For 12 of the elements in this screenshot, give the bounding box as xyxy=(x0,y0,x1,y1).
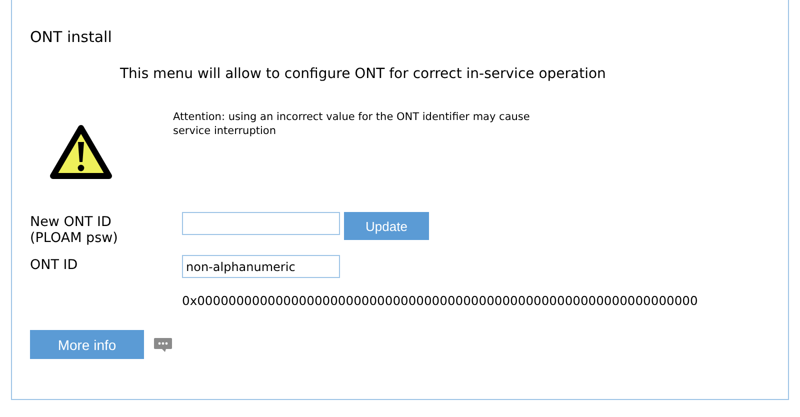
input-field[interactable] xyxy=(182,212,340,235)
input-field[interactable]: non-alphanumeric xyxy=(182,255,340,278)
comment-icon[interactable] xyxy=(153,336,173,352)
field-label: ONT ID xyxy=(30,256,79,275)
ont-id-hex-value: 0x0000000000000000000000000000000000000000000000000000000000000000 xyxy=(182,294,699,308)
warning-icon xyxy=(49,124,113,182)
page-title: ONT install xyxy=(30,28,113,46)
more-info-button[interactable]: More info xyxy=(30,330,144,359)
field-label: New ONT ID (PLOAM psw) xyxy=(30,213,119,246)
update-button[interactable]: Update xyxy=(344,212,429,240)
intro-text: This menu will allow to configure ONT for correct in-service operation xyxy=(120,66,607,82)
warning-text: Attention: using an incorrect value for the ONT identifier may cause service interruption xyxy=(173,110,531,138)
